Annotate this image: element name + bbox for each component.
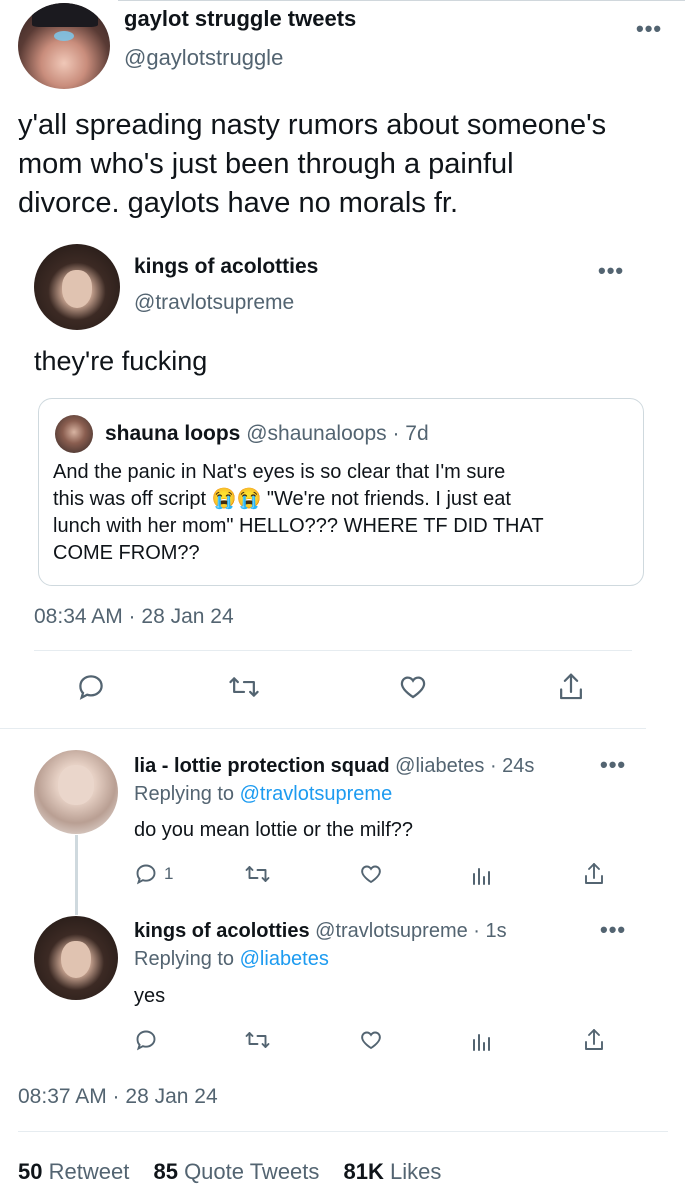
reply-icon	[79, 675, 103, 700]
author-name[interactable]: gaylot struggle tweets	[124, 6, 356, 32]
retweet-button[interactable]	[244, 1028, 271, 1052]
retweets-count: 50	[18, 1159, 43, 1184]
avatar[interactable]	[34, 916, 118, 1000]
more-options-icon[interactable]: •••	[598, 260, 624, 282]
reply-time: · 1s	[473, 920, 507, 942]
replying-to: Replying to @travlotsupreme	[134, 783, 392, 806]
divider	[34, 650, 632, 651]
share-button[interactable]	[582, 1027, 606, 1053]
share-icon	[560, 673, 582, 700]
likes-count: 81K	[343, 1159, 384, 1184]
heart-icon	[400, 676, 426, 699]
retweets-label: Retweet	[48, 1159, 130, 1184]
tweet-text-line: y'all spreading nasty rumors about someo…	[18, 109, 607, 141]
engagement-stats: 50 Retweet 85 Quote Tweets 81K Likes	[18, 1159, 441, 1185]
reply-count: 1	[164, 864, 174, 883]
top-divider	[118, 0, 685, 1]
divider	[18, 1131, 668, 1132]
replying-to-link[interactable]: @travlotsupreme	[240, 783, 393, 805]
author-name[interactable]: kings of acolotties	[134, 255, 318, 279]
quotes-label: Quote Tweets	[184, 1159, 320, 1184]
quoted-text-line: COME FROM??	[53, 542, 200, 564]
share-icon	[585, 1029, 603, 1050]
replying-to-label: Replying to	[134, 948, 235, 970]
retweet-icon	[245, 1032, 270, 1048]
tweet-text-line: divorce. gaylots have no morals fr.	[18, 187, 459, 219]
reply-header: lia - lottie protection squad @liabetes …	[134, 755, 534, 778]
reply-icon	[136, 864, 156, 885]
share-button[interactable]	[556, 671, 586, 703]
replying-to-label: Replying to	[134, 783, 235, 805]
analytics-icon	[473, 868, 490, 885]
avatar[interactable]	[34, 244, 120, 330]
tweet-timestamp[interactable]: 08:37 AM · 28 Jan 24	[18, 1085, 218, 1109]
retweet-icon	[229, 677, 259, 697]
quoted-text-line: And the panic in Nat's eyes is so clear …	[53, 461, 506, 483]
heart-icon	[361, 865, 381, 884]
divider	[0, 728, 646, 729]
quoted-text-line: lunch with her mom" HELLO??? WHERE TF DI…	[53, 515, 544, 537]
quotes-count: 85	[153, 1159, 178, 1184]
tweet-text-line: mom who's just been through a painful	[18, 148, 514, 180]
author-handle[interactable]: @liabetes	[395, 755, 484, 777]
more-options-icon[interactable]: •••	[600, 754, 626, 776]
like-button[interactable]	[397, 672, 429, 702]
reply-button[interactable]: 1	[134, 862, 173, 886]
analytics-icon	[473, 1034, 490, 1051]
replying-to-link[interactable]: @liabetes	[240, 948, 329, 970]
quoted-tweet-header: shauna loops @shaunaloops · 7d	[105, 422, 429, 446]
reply-text: yes	[134, 985, 166, 1007]
retweet-button[interactable]	[228, 672, 260, 702]
more-options-icon[interactable]: •••	[600, 919, 626, 941]
author-name[interactable]: kings of acolotties	[134, 920, 310, 942]
author-handle[interactable]: @gaylotstruggle	[124, 45, 283, 71]
quoted-author-name: shauna loops	[105, 422, 241, 445]
tweet-text: they're fucking	[34, 346, 208, 376]
quoted-author-handle: @shaunaloops	[246, 422, 387, 445]
reply-text: do you mean lottie or the milf??	[134, 819, 414, 841]
quoted-tweet-card[interactable]: shauna loops @shaunaloops · 7d And the p…	[38, 398, 644, 586]
avatar[interactable]	[34, 750, 118, 834]
tweet-text: y'all spreading nasty rumors about someo…	[18, 106, 678, 223]
quoted-text-line: this was off script 😭😭 "We're not friend…	[53, 488, 511, 510]
reply-icon	[136, 1030, 156, 1051]
quotes-stat[interactable]: 85 Quote Tweets	[153, 1159, 325, 1184]
reply-button[interactable]	[134, 1028, 164, 1052]
likes-stat[interactable]: 81K Likes	[344, 1159, 442, 1184]
retweet-button[interactable]	[244, 862, 271, 886]
thread-connector	[75, 835, 78, 915]
avatar[interactable]	[18, 3, 110, 89]
author-handle[interactable]: @travlotsupreme	[134, 291, 294, 315]
reply-button[interactable]	[76, 672, 106, 702]
reply-header: kings of acolotties @travlotsupreme · 1s	[134, 920, 507, 943]
reply-time: · 24s	[489, 755, 535, 777]
author-handle[interactable]: @travlotsupreme	[315, 920, 468, 942]
like-button[interactable]	[358, 862, 384, 886]
tweet-timestamp[interactable]: 08:34 AM · 28 Jan 24	[34, 605, 234, 629]
retweets-stat[interactable]: 50 Retweet	[18, 1159, 135, 1184]
quoted-tweet-text: And the panic in Nat's eyes is so clear …	[53, 459, 544, 567]
analytics-button[interactable]	[471, 864, 493, 886]
heart-icon	[361, 1031, 381, 1050]
author-name[interactable]: lia - lottie protection squad	[134, 755, 390, 777]
avatar	[55, 415, 93, 453]
analytics-button[interactable]	[471, 1030, 493, 1052]
replying-to: Replying to @liabetes	[134, 948, 329, 971]
quoted-tweet-time: · 7d	[392, 422, 429, 445]
share-icon	[585, 863, 603, 884]
share-button[interactable]	[582, 861, 606, 887]
like-button[interactable]	[358, 1028, 384, 1052]
likes-label: Likes	[390, 1159, 442, 1184]
more-options-icon[interactable]: •••	[636, 18, 662, 40]
retweet-icon	[245, 866, 270, 882]
